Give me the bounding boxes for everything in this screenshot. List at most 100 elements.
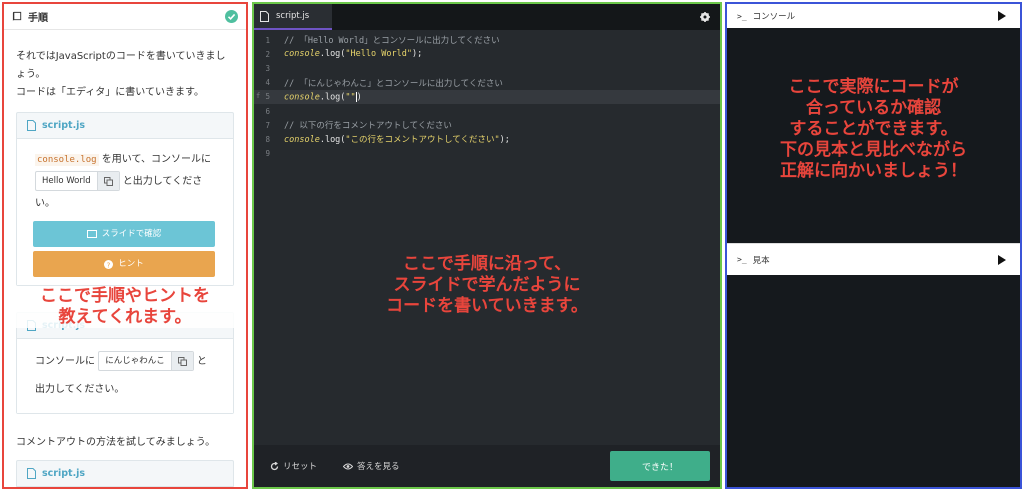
steps-panel: 手順 それではJavaScriptのコードを書いていきましょう。 コードは「エデ…: [2, 2, 248, 489]
code-line[interactable]: 3: [254, 61, 720, 75]
file-icon: [27, 120, 36, 131]
steps-header: 手順: [4, 4, 246, 30]
card-2-body: コンソールに にんじゃわんこ と 出力してください。: [17, 339, 233, 413]
card-1-file-header: script.js: [17, 113, 233, 139]
steps-annotation-line: 教えてくれます。: [58, 307, 192, 327]
code-comment: // 「Hello World」とコンソールに出力してください: [284, 36, 500, 47]
card-2-text-c: 出力してください。: [35, 384, 125, 395]
console-title: コンソール: [752, 12, 796, 22]
tab-label: script.js: [276, 11, 310, 21]
code-tail: );: [499, 135, 510, 146]
reset-icon: [270, 461, 279, 470]
chip-text: Hello World: [42, 176, 91, 186]
play-icon[interactable]: [998, 11, 1006, 21]
code-line[interactable]: 2 console.log("Hello World");: [254, 47, 720, 61]
reset-button[interactable]: リセット: [270, 460, 317, 472]
card-1-text-a: を用いて、コンソールに: [101, 154, 211, 165]
code-line[interactable]: 9: [254, 147, 720, 161]
card-2-text-a: コンソールに: [35, 356, 95, 367]
editor-footer: リセット 答えを見る できた！: [254, 445, 720, 487]
editor-panel: script.js 1 // 「Hello World」とコンソールに出力してく…: [252, 2, 722, 489]
fold-marker: f: [256, 92, 261, 101]
editor-annotation-line: コードを書いていきます。: [386, 296, 588, 316]
show-answer-button[interactable]: 答えを見る: [343, 460, 400, 472]
ninja-wanko-chip: にんじゃわんこ: [98, 351, 194, 371]
code-string: "この行をコメントアウトしてください": [345, 135, 500, 146]
code-editor[interactable]: 1 // 「Hello World」とコンソールに出力してください 2 cons…: [254, 30, 720, 161]
card-1-body: console.log を用いて、コンソールに Hello World と出力し…: [17, 139, 233, 285]
slide-check-label: スライドで確認: [101, 229, 162, 239]
console-annotation-line: 合っているか確認: [805, 98, 942, 118]
console-annotation-line: 下の見本と見比べながら: [780, 140, 967, 160]
steps-annotation: ここで手順やヒントを 教えてくれます。: [4, 286, 246, 328]
code-object: console: [284, 49, 320, 60]
card-3-filename: script.js: [42, 468, 86, 479]
code-string: "": [345, 92, 356, 103]
card-1-filename: script.js: [42, 120, 86, 131]
check-circle-icon: [225, 10, 238, 23]
line-number: 3: [265, 63, 270, 73]
terminal-prompt-icon: >_: [737, 11, 747, 21]
code-line[interactable]: 6: [254, 104, 720, 118]
book-icon: [12, 11, 22, 22]
card-3-file-header: script.js: [17, 461, 233, 487]
console-annotation-line: ここで実際にコードが: [788, 77, 959, 97]
copy-icon: [103, 176, 113, 186]
code-line-active[interactable]: f5 console.log(""): [254, 89, 720, 104]
code-tail: );: [411, 49, 423, 60]
code-method: .log(: [319, 135, 346, 146]
console-header: >_ コンソール: [727, 4, 1020, 28]
code-tail: ): [356, 92, 362, 103]
play-icon[interactable]: [998, 255, 1006, 265]
code-object: console: [284, 135, 320, 146]
code-method: .log(: [319, 49, 346, 60]
done-button[interactable]: できた！: [610, 451, 710, 481]
hint-button[interactable]: ? ヒント: [33, 251, 215, 277]
line-number: 7: [265, 120, 270, 130]
code-line[interactable]: 8 console.log("この行をコメントアウトしてください");: [254, 132, 720, 146]
intro-line-1: それではJavaScriptのコードを書いていきましょう。: [16, 51, 226, 80]
line-number: 4: [265, 78, 270, 88]
line-number: 9: [265, 149, 270, 159]
code-string: "Hello World": [345, 49, 412, 60]
editor-annotation: ここで手順に沿って、 スライドで学んだように コードを書いていきます。: [254, 254, 720, 317]
hint-label: ヒント: [118, 259, 144, 269]
step-card-1: script.js console.log を用いて、コンソールに Hello …: [16, 112, 234, 286]
chip-text: にんじゃわんこ: [105, 356, 165, 366]
steps-title: 手順: [28, 13, 48, 24]
terminal-prompt-icon: >_: [737, 255, 747, 264]
intro-line-2: コードは「エディタ」に書いていきます。: [16, 87, 204, 98]
slide-icon: [86, 230, 97, 238]
step-card-3: script.js: [16, 460, 234, 487]
copy-button[interactable]: [170, 352, 193, 370]
sample-header: >_ 見本: [727, 243, 1020, 275]
slide-check-button[interactable]: スライドで確認: [33, 221, 215, 247]
console-annotation: ここで実際にコードが 合っているか確認 することができます。 下の見本と見比べな…: [727, 77, 1020, 182]
code-line[interactable]: 1 // 「Hello World」とコンソールに出力してください: [254, 33, 720, 47]
console-panel: >_ コンソール ここで実際にコードが 合っているか確認 することができます。 …: [725, 2, 1022, 489]
code-comment: // 「にんじゃわんこ」とコンソールに出力してください: [284, 78, 503, 89]
card-2-text-b: と: [196, 356, 207, 367]
editor-annotation-line: ここで手順に沿って、: [402, 254, 572, 274]
file-icon: [260, 10, 269, 22]
code-line[interactable]: 4 // 「にんじゃわんこ」とコンソールに出力してください: [254, 76, 720, 90]
eye-icon: [343, 463, 354, 469]
line-number: 1: [265, 35, 270, 45]
sample-output: [727, 275, 1020, 485]
copy-button[interactable]: [96, 172, 119, 190]
question-icon: ?: [104, 259, 114, 269]
tab-script-js[interactable]: script.js: [254, 4, 332, 30]
gear-icon[interactable]: [700, 12, 710, 22]
code-term: console.log: [35, 154, 99, 166]
line-number: 6: [265, 106, 270, 116]
hello-world-chip: Hello World: [35, 171, 120, 191]
comment-intro: コメントアウトの方法を試してみましょう。: [16, 437, 216, 448]
reset-label: リセット: [283, 462, 318, 472]
sample-title: 見本: [752, 255, 770, 266]
console-annotation-line: することができます。: [789, 119, 958, 139]
code-comment: // 以下の行をコメントアウトしてください: [284, 121, 452, 132]
code-line[interactable]: 7 // 以下の行をコメントアウトしてください: [254, 118, 720, 132]
line-number: f5: [256, 92, 270, 102]
steps-annotation-line: ここで手順やヒントを: [40, 286, 210, 306]
console-output: ここで実際にコードが 合っているか確認 することができます。 下の見本と見比べな…: [727, 28, 1020, 243]
